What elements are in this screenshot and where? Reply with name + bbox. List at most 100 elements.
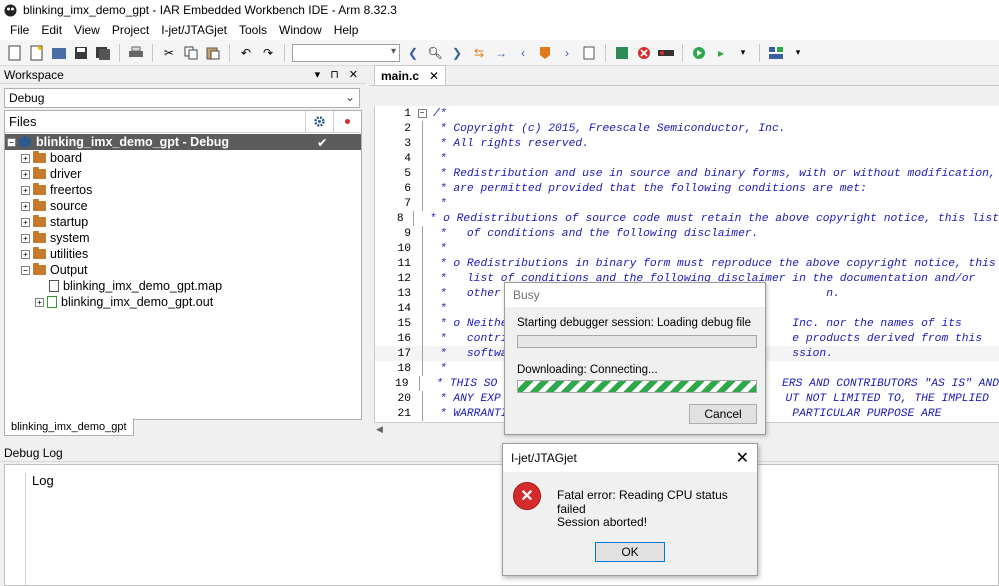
workspace-title: Workspace: [4, 67, 64, 82]
code-line[interactable]: 4 *: [375, 151, 999, 166]
code-line[interactable]: 11 * o Redistributions in binary form mu…: [375, 256, 999, 271]
ok-button[interactable]: OK: [595, 542, 665, 562]
expand-icon[interactable]: +: [21, 153, 30, 163]
menu-window[interactable]: Window: [273, 23, 328, 37]
debug-dropdown-icon[interactable]: ▾: [734, 44, 752, 62]
error-submessage: Session aborted!: [557, 515, 648, 529]
code-line[interactable]: 2 * Copyright (c) 2015, Freescale Semico…: [375, 121, 999, 136]
fold-collapse-icon[interactable]: −: [415, 109, 429, 118]
nav-back-icon[interactable]: ‹: [514, 44, 532, 62]
tree-file-out[interactable]: + blinking_imx_demo_gpt.out: [5, 294, 361, 310]
menu-view[interactable]: View: [68, 23, 106, 37]
nav-forward-icon[interactable]: ›: [558, 44, 576, 62]
check-icon: ✔: [317, 135, 328, 150]
folder-icon: [33, 263, 46, 275]
code-text: *: [433, 152, 447, 165]
code-line[interactable]: 6 * are permitted provided that the foll…: [375, 181, 999, 196]
menu-help[interactable]: Help: [328, 23, 365, 37]
fold-gutter: [415, 406, 429, 421]
collapse-icon[interactable]: −: [21, 265, 30, 275]
tree-folder-source[interactable]: + source: [5, 198, 361, 214]
folder-icon: [33, 183, 46, 195]
tree-item-label: blinking_imx_demo_gpt - Debug: [34, 135, 232, 149]
tree-folder-startup[interactable]: + startup: [5, 214, 361, 230]
collapse-icon[interactable]: −: [7, 137, 16, 147]
forward-icon[interactable]: ❯: [448, 44, 466, 62]
close-tab-icon[interactable]: ✕: [429, 69, 439, 83]
expand-icon[interactable]: +: [21, 217, 30, 227]
redo-icon[interactable]: ↷: [259, 44, 277, 62]
save-all-icon[interactable]: [94, 44, 112, 62]
expand-icon[interactable]: +: [21, 169, 30, 179]
tree-folder-freertos[interactable]: + freertos: [5, 182, 361, 198]
expand-icon[interactable]: +: [21, 249, 30, 259]
open-icon[interactable]: [50, 44, 68, 62]
make-icon[interactable]: [613, 44, 631, 62]
tree-folder-driver[interactable]: + driver: [5, 166, 361, 182]
tree-file-map[interactable]: blinking_imx_demo_gpt.map: [5, 278, 361, 294]
code-line[interactable]: 9 * of conditions and the following disc…: [375, 226, 999, 241]
close-icon[interactable]: ✕: [349, 68, 358, 81]
new-file-icon[interactable]: [6, 44, 24, 62]
tree-folder-utilities[interactable]: + utilities: [5, 246, 361, 262]
debug-without-download-icon[interactable]: ▸: [712, 44, 730, 62]
executable-file-icon: [47, 296, 57, 308]
code-line[interactable]: 1−/*: [375, 106, 999, 121]
workspace-tab[interactable]: blinking_imx_demo_gpt: [4, 418, 134, 436]
tree-folder-board[interactable]: + board: [5, 150, 361, 166]
cut-icon[interactable]: ✂: [160, 44, 178, 62]
code-line[interactable]: 3 * All rights reserved.: [375, 136, 999, 151]
tab-main-c[interactable]: main.c ✕: [374, 65, 447, 85]
expand-icon[interactable]: +: [21, 201, 30, 211]
file-tree: − blinking_imx_demo_gpt - Debug ✔ + boar…: [5, 133, 361, 310]
new-doc-icon[interactable]: [28, 44, 46, 62]
close-icon[interactable]: ✕: [736, 448, 749, 468]
find-icon[interactable]: 🔍︎: [426, 44, 444, 62]
expand-icon[interactable]: +: [21, 233, 30, 243]
menu-project[interactable]: Project: [106, 23, 155, 37]
doc-icon[interactable]: [580, 44, 598, 62]
folder-icon: [33, 215, 46, 227]
code-line[interactable]: 10 *: [375, 241, 999, 256]
code-line[interactable]: 8 * o Redistributions of source code mus…: [375, 211, 999, 226]
options-column-icon[interactable]: [305, 111, 333, 132]
copy-icon[interactable]: [182, 44, 200, 62]
panel-menu-icon[interactable]: ▾: [315, 68, 321, 81]
breakpoint-column-icon[interactable]: [333, 111, 361, 132]
expand-icon[interactable]: +: [21, 185, 30, 195]
menu-tools[interactable]: Tools: [233, 23, 273, 37]
scroll-left-icon[interactable]: ◀: [376, 424, 383, 435]
pin-icon[interactable]: ⊓: [330, 68, 339, 81]
fold-gutter: [415, 256, 429, 271]
code-text: * of conditions and the following discla…: [433, 227, 759, 240]
stop-build-icon[interactable]: [635, 44, 653, 62]
print-icon[interactable]: [127, 44, 145, 62]
layout-dropdown-icon[interactable]: ▾: [789, 44, 807, 62]
breakpoint-add-icon[interactable]: [536, 44, 554, 62]
tree-folder-output[interactable]: − Output: [5, 262, 361, 278]
fold-gutter: [415, 136, 429, 151]
fold-gutter: [415, 271, 429, 286]
tree-folder-system[interactable]: + system: [5, 230, 361, 246]
find-combo[interactable]: [292, 43, 400, 62]
tree-project-root[interactable]: − blinking_imx_demo_gpt - Debug ✔: [5, 134, 361, 150]
cancel-button[interactable]: Cancel: [689, 404, 757, 424]
download-and-debug-icon[interactable]: [690, 44, 708, 62]
go-to-icon[interactable]: →: [492, 44, 510, 62]
menu-ijet[interactable]: I-jet/JTAGjet: [155, 23, 233, 37]
back-icon[interactable]: ❮: [404, 44, 422, 62]
save-icon[interactable]: [72, 44, 90, 62]
menu-edit[interactable]: Edit: [35, 23, 68, 37]
files-column-header[interactable]: Files: [5, 111, 305, 132]
undo-icon[interactable]: ↶: [237, 44, 255, 62]
code-line[interactable]: 7 *: [375, 196, 999, 211]
toggle-bookmark-icon[interactable]: ⇆: [470, 44, 488, 62]
workspace-layout-icon[interactable]: [767, 44, 785, 62]
paste-icon[interactable]: [204, 44, 222, 62]
menu-file[interactable]: File: [4, 23, 35, 37]
tree-item-label: blinking_imx_demo_gpt.map: [63, 279, 223, 293]
configuration-select[interactable]: Debug ⌄: [4, 88, 360, 108]
code-line[interactable]: 5 * Redistribution and use in source and…: [375, 166, 999, 181]
expand-icon[interactable]: +: [35, 297, 44, 307]
toggle-breakpoint-icon[interactable]: [657, 44, 675, 62]
